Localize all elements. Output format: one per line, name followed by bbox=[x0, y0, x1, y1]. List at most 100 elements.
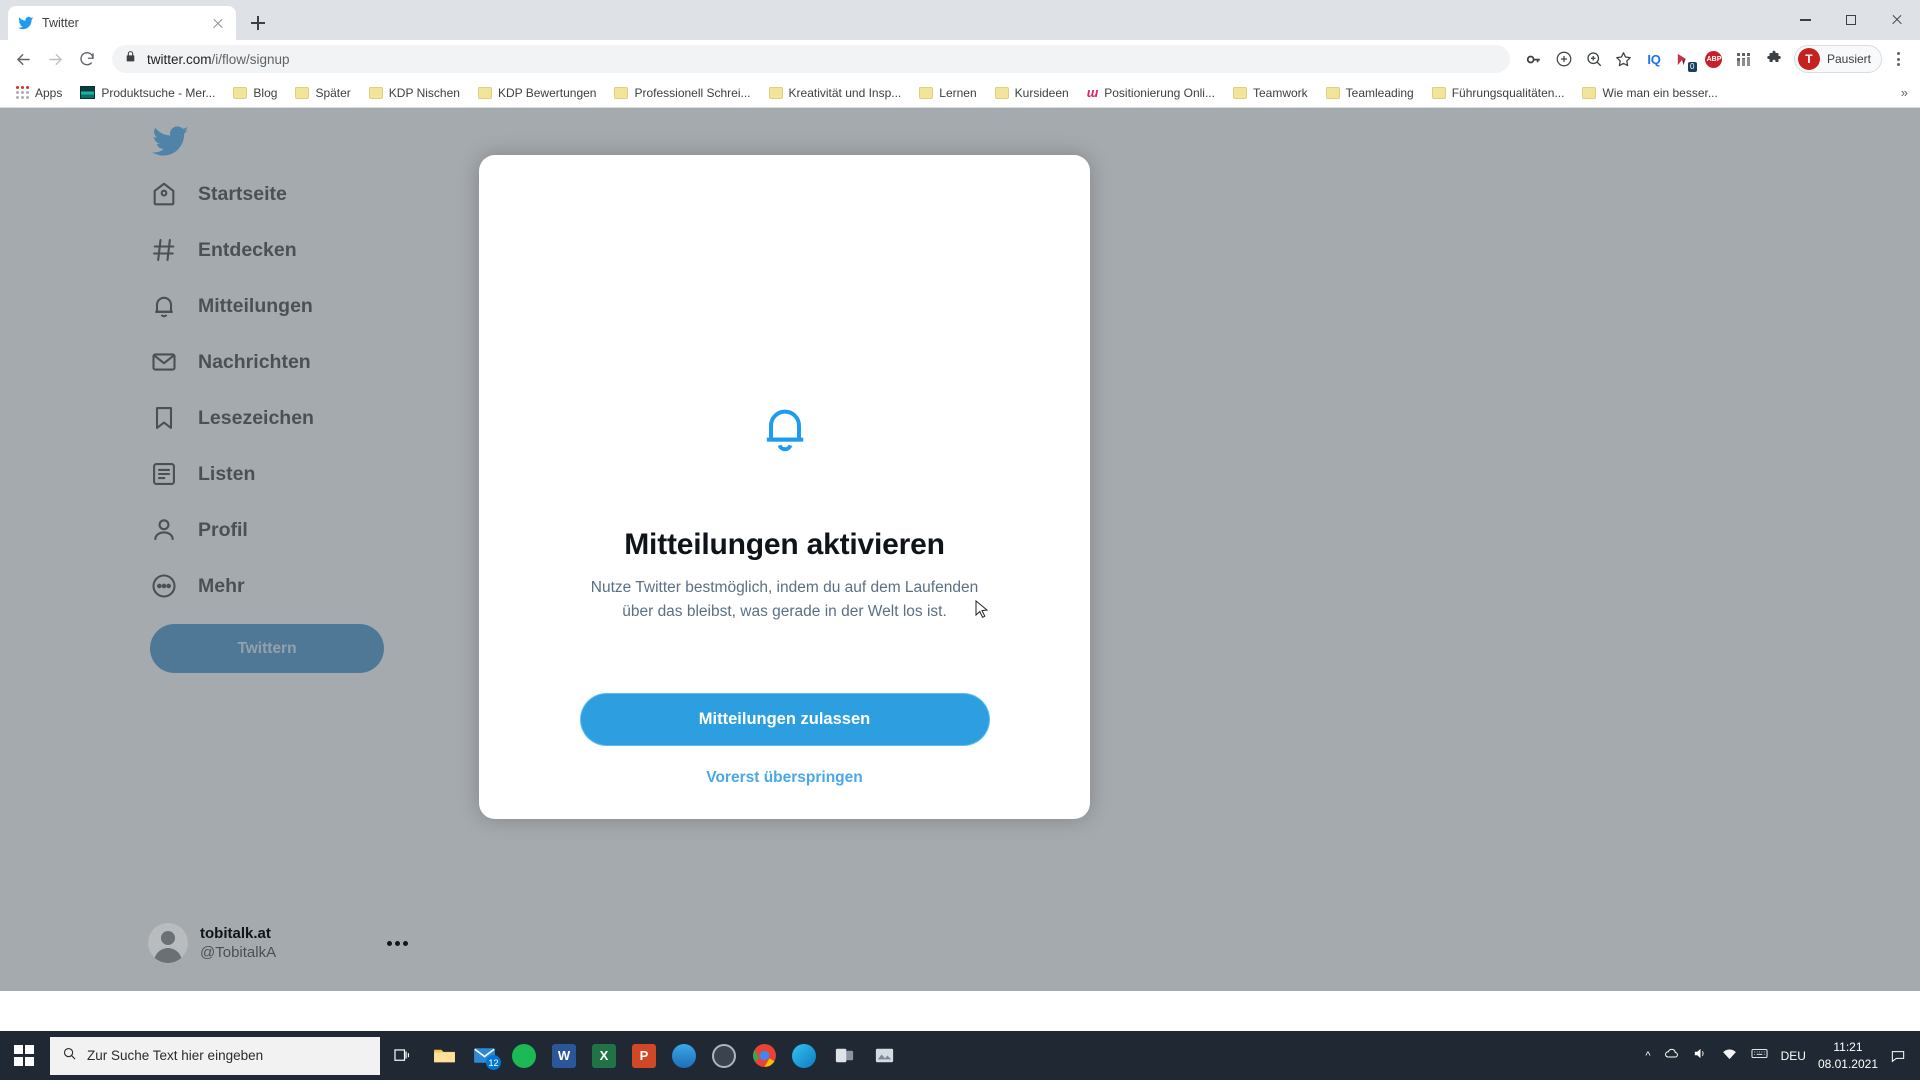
bookmark-item[interactable]: ɯ Positionierung Onli... bbox=[1079, 82, 1223, 103]
obs-icon[interactable] bbox=[704, 1031, 744, 1080]
mail-icon[interactable]: 12 bbox=[464, 1031, 504, 1080]
word-icon[interactable]: W bbox=[544, 1031, 584, 1080]
maximize-icon[interactable] bbox=[1828, 4, 1874, 36]
bookmark-item[interactable]: Professionell Schrei... bbox=[606, 83, 758, 103]
system-tray: ^ DEU 11:21 08.01.2021 bbox=[1645, 1039, 1920, 1071]
three-dot-menu-icon[interactable] bbox=[1884, 45, 1912, 73]
network-icon[interactable] bbox=[1721, 1045, 1738, 1067]
bookmark-label: Später bbox=[315, 85, 351, 100]
mailchimp-icon: ɯ bbox=[1086, 85, 1099, 100]
onedrive-icon[interactable] bbox=[1663, 1045, 1680, 1067]
chrome-icon[interactable] bbox=[744, 1031, 784, 1080]
speaker-icon[interactable] bbox=[1692, 1045, 1709, 1067]
edge-icon[interactable] bbox=[784, 1031, 824, 1080]
obs-glyph bbox=[712, 1043, 736, 1068]
bookmark-item[interactable]: Wie man ein besser... bbox=[1574, 83, 1725, 103]
extensions-puzzle-icon[interactable] bbox=[1760, 45, 1788, 73]
forward-arrow-icon[interactable] bbox=[40, 44, 70, 74]
folder-icon bbox=[768, 86, 783, 99]
bookmark-label: Teamleading bbox=[1345, 85, 1414, 100]
language-indicator[interactable]: DEU bbox=[1781, 1049, 1806, 1063]
bookmark-item[interactable]: Kreativität und Insp... bbox=[761, 83, 910, 103]
bookmarks-bar: Apps Produktsuche - Mer... Blog Später K… bbox=[0, 78, 1920, 108]
bookmark-label: Führungsqualitäten... bbox=[1451, 85, 1565, 100]
task-view-icon[interactable] bbox=[380, 1031, 424, 1080]
photos-icon[interactable] bbox=[864, 1031, 904, 1080]
back-arrow-icon[interactable] bbox=[8, 44, 38, 74]
clock-date: 08.01.2021 bbox=[1817, 1056, 1878, 1071]
powerpoint-label: P bbox=[632, 1043, 656, 1068]
folder-icon bbox=[233, 86, 248, 99]
bookmark-item[interactable]: KDP Nischen bbox=[361, 83, 468, 103]
bookmark-label: KDP Bewertungen bbox=[497, 85, 597, 100]
folder-icon bbox=[477, 86, 492, 99]
keyboard-icon[interactable] bbox=[1750, 1044, 1769, 1068]
bookmark-label: Blog bbox=[253, 85, 278, 100]
apps-grid-icon[interactable] bbox=[1730, 45, 1758, 73]
iq-extension-icon[interactable]: IQ bbox=[1640, 45, 1668, 73]
account-name: tobitalk.at bbox=[200, 924, 271, 942]
windows-start-icon[interactable] bbox=[0, 1031, 48, 1080]
bookmark-apps[interactable]: Apps bbox=[8, 83, 70, 103]
bookmarks-overflow-button[interactable]: » bbox=[1901, 85, 1912, 100]
adblock-plus-label: ABP bbox=[1705, 50, 1723, 68]
folder-icon bbox=[295, 86, 310, 99]
three-dot-icon[interactable] bbox=[387, 940, 408, 946]
bookmark-item[interactable]: Führungsqualitäten... bbox=[1424, 83, 1573, 103]
address-bar[interactable]: twitter.com/i/flow/signup bbox=[112, 45, 1510, 73]
buffer-extension-icon[interactable]: 0 bbox=[1670, 45, 1698, 73]
bookmark-label: Wie man ein besser... bbox=[1602, 85, 1718, 100]
windows-logo-glyph bbox=[13, 1045, 35, 1066]
account-switcher[interactable]: tobitalk.at @TobitalkA bbox=[148, 923, 408, 963]
twitter-page: Startseite Entdecken Mitteilungen Nachri… bbox=[0, 108, 1920, 991]
teams-icon[interactable] bbox=[824, 1031, 864, 1080]
kebab-glyph bbox=[1896, 52, 1900, 66]
excel-label: X bbox=[592, 1043, 616, 1068]
add-circle-icon[interactable] bbox=[1550, 45, 1578, 73]
site-thumbnail-icon bbox=[80, 86, 96, 99]
twitter-bird-icon bbox=[18, 15, 34, 31]
taskbar-search-input[interactable]: Zur Suche Text hier eingeben bbox=[50, 1036, 380, 1075]
account-handle: @TobitalkA bbox=[200, 944, 277, 961]
spotify-icon[interactable] bbox=[504, 1031, 544, 1080]
bookmark-star-icon[interactable] bbox=[1610, 45, 1638, 73]
iq-extension-label: IQ bbox=[1647, 51, 1661, 67]
thunderbird-icon[interactable] bbox=[664, 1031, 704, 1080]
powerpoint-icon[interactable]: P bbox=[624, 1031, 664, 1080]
folder-icon bbox=[614, 86, 629, 99]
bookmark-item[interactable]: Teamwork bbox=[1225, 83, 1316, 103]
bookmark-item[interactable]: Teamleading bbox=[1318, 83, 1422, 103]
bookmark-label: Positionierung Onli... bbox=[1104, 85, 1215, 100]
bookmark-item[interactable]: Lernen bbox=[911, 83, 984, 103]
adblock-plus-icon[interactable]: ABP bbox=[1700, 45, 1728, 73]
notification-icon[interactable] bbox=[1890, 1048, 1906, 1064]
minimize-icon[interactable] bbox=[1782, 4, 1828, 36]
password-key-icon[interactable] bbox=[1520, 45, 1548, 73]
bookmark-label: Lernen bbox=[939, 85, 977, 100]
tray-chevron-icon[interactable]: ^ bbox=[1645, 1050, 1650, 1062]
word-label: W bbox=[552, 1043, 576, 1068]
allow-notifications-button[interactable]: Mitteilungen zulassen bbox=[580, 694, 989, 746]
bookmark-item[interactable]: Blog bbox=[225, 83, 285, 103]
tab-strip: Twitter bbox=[0, 0, 1920, 40]
bookmark-item[interactable]: Kursideen bbox=[987, 83, 1077, 103]
clock[interactable]: 11:21 08.01.2021 bbox=[1818, 1039, 1878, 1071]
close-icon[interactable] bbox=[210, 15, 226, 31]
skip-for-now-link[interactable]: Vorerst überspringen bbox=[706, 769, 862, 787]
new-tab-button[interactable] bbox=[244, 9, 272, 37]
bookmark-label: Produktsuche - Mer... bbox=[101, 85, 216, 100]
taskbar-search-placeholder: Zur Suche Text hier eingeben bbox=[87, 1048, 264, 1063]
zoom-search-icon[interactable] bbox=[1580, 45, 1608, 73]
close-icon[interactable] bbox=[1874, 4, 1920, 36]
excel-icon[interactable]: X bbox=[584, 1031, 624, 1080]
tab-title: Twitter bbox=[42, 16, 79, 30]
bookmark-item[interactable]: KDP Bewertungen bbox=[470, 83, 605, 103]
bookmark-item[interactable]: Später bbox=[287, 83, 358, 103]
file-explorer-icon[interactable] bbox=[424, 1031, 464, 1080]
bookmark-label: Teamwork bbox=[1252, 85, 1308, 100]
profile-chip[interactable]: T Pausiert bbox=[1793, 45, 1882, 73]
bookmark-item[interactable]: Produktsuche - Mer... bbox=[72, 83, 223, 103]
spotify-glyph bbox=[512, 1043, 536, 1068]
reload-icon[interactable] bbox=[72, 44, 102, 74]
browser-tab[interactable]: Twitter bbox=[8, 6, 236, 40]
